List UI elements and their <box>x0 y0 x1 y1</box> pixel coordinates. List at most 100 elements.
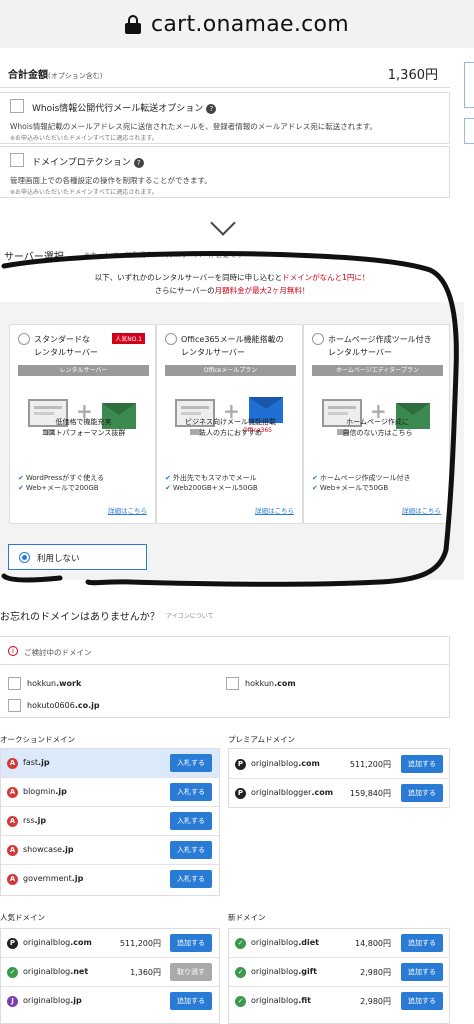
protection-title: ドメインプロテクション <box>32 158 131 168</box>
table-row: ✓ originalblog.gift 2,980円 追加する <box>229 958 449 987</box>
total-label: 合計金額 <box>8 70 48 81</box>
check-icon: ✔ <box>312 484 318 492</box>
protection-note: ※お申込みいただいたドメインすべてに適応されます。 <box>10 189 158 196</box>
pending-checkbox[interactable] <box>8 699 21 712</box>
protection-checkbox[interactable] <box>10 153 24 167</box>
banner-text: さらにサーバーの <box>154 286 215 295</box>
card-detail-link[interactable]: 詳細はこちら <box>108 505 147 515</box>
price: 2,980円 <box>360 968 391 977</box>
bid-button[interactable]: 入札する <box>170 841 212 859</box>
pending-item[interactable]: hokuto0606.co.jp <box>8 699 100 712</box>
table-row: Ashowcase.jp 入札する <box>1 836 219 865</box>
whois-checkbox[interactable] <box>10 99 24 113</box>
check-icon: ✔ <box>165 484 171 492</box>
forgot-title: お忘れのドメインはありませんか？ <box>0 612 160 623</box>
table-row: Poriginalblog.com 511,200円 追加する <box>229 750 449 779</box>
whois-note: ※お申込みいただいたドメインすべてに適応されます。 <box>10 135 158 142</box>
add-button[interactable]: 追加する <box>401 992 443 1010</box>
server-radio[interactable] <box>18 333 30 345</box>
new-domain-title: 新ドメイン <box>228 913 266 922</box>
premium-icon: P <box>235 759 246 770</box>
add-button[interactable]: 追加する <box>170 992 212 1010</box>
table-row: Afast.jp 入札する <box>1 749 219 778</box>
whois-title: Whois情報公開代行メール転送オプション <box>32 104 204 114</box>
total-value: 1,360円 <box>387 68 438 83</box>
server-card-office[interactable]: Office365メール機能搭載の レンタルサーバー Officeメールプラン … <box>156 324 303 524</box>
server-banner: 以下、いずれかのレンタルサーバーを同時に申し込むとドメインがなんと1円に！ さら… <box>0 266 464 302</box>
card-plan-bar: Officeメールプラン <box>165 365 296 376</box>
table-row: Poriginalblog.com 511,200円 追加する <box>1 929 219 958</box>
info-icon: i <box>8 646 18 656</box>
banner-highlight: ドメインがなんと1円に！ <box>282 273 370 282</box>
server-card-standard[interactable]: スタンダードな レンタルサーバー 人気NO.1 レンタルサーバー + 低価格で機… <box>9 324 156 524</box>
price: 511,200円 <box>349 760 391 769</box>
card-feature: 外出先でもスマホでメール <box>172 474 257 482</box>
card-desc: ビジネス向けメール機能搭載 <box>185 418 276 426</box>
card-title: Office365メール機能搭載の レンタルサーバー <box>181 335 284 357</box>
table-row: Poriginalblogger.com 159,840円 追加する <box>229 779 449 808</box>
pending-checkbox[interactable] <box>8 677 21 690</box>
side-tab[interactable] <box>464 118 474 144</box>
add-button[interactable]: 追加する <box>401 934 443 952</box>
help-icon[interactable]: ? <box>206 103 217 114</box>
total-sub: (オプション含む) <box>48 72 103 80</box>
premium-title: プレミアムドメイン <box>228 735 295 744</box>
add-button[interactable]: 追加する <box>401 755 443 773</box>
url-text: cart.onamae.com <box>150 11 350 37</box>
check-icon: ✓ <box>235 996 246 1007</box>
lock-icon <box>124 15 141 34</box>
new-domain-list: ✓ originalblog.diet 14,800円 追加する ✓ originalb… <box>228 928 450 1024</box>
card-desc: 法人の方におすすめ <box>199 429 262 437</box>
bid-button[interactable]: 入札する <box>170 870 212 888</box>
side-tab[interactable] <box>464 62 474 108</box>
popular-badge: 人気NO.1 <box>112 333 145 344</box>
whois-option: Whois情報公開代行メール転送オプション? Whois情報記載のメールアドレス… <box>0 92 450 144</box>
server-radio[interactable] <box>165 333 177 345</box>
icon-help-link[interactable]: アイコンについて <box>166 611 214 620</box>
card-feature: Web200GB+メール50GB <box>172 484 258 492</box>
card-desc: コストパフォーマンス抜群 <box>41 429 126 437</box>
help-icon[interactable]: ? <box>133 157 144 168</box>
protection-option: ドメインプロテクション? 管理画面上での各種設定の操作を制限することができます。… <box>0 146 450 198</box>
table-row: Arss.jp 入札する <box>1 807 219 836</box>
pending-item[interactable]: hokkun.com <box>226 677 296 690</box>
auction-list: Afast.jp 入札する Ablogmin.jp 入札する Arss.jp 入札する… <box>0 748 220 896</box>
server-radio[interactable] <box>312 333 324 345</box>
card-feature: WordPressがすぐ使える <box>25 474 105 482</box>
auction-icon: A <box>7 758 18 769</box>
card-plan-bar: ホームページエディタープラン <box>312 365 443 376</box>
price: 1,360円 <box>130 968 161 977</box>
radio-selected[interactable] <box>19 552 30 563</box>
check-icon: ✓ <box>235 938 246 949</box>
no-use-option[interactable]: 利用しない <box>8 544 147 570</box>
card-detail-link[interactable]: 詳細はこちら <box>402 505 441 515</box>
chevron-down-icon[interactable] <box>210 210 236 236</box>
bid-button[interactable]: 入札する <box>170 783 212 801</box>
add-button[interactable]: 追加する <box>170 934 212 952</box>
bid-button[interactable]: 入札する <box>170 812 212 830</box>
bid-button[interactable]: 入札する <box>170 754 212 772</box>
check-icon: ✔ <box>312 474 318 482</box>
card-desc: ホームページ作成に <box>346 418 409 426</box>
protection-desc: 管理画面上での各種設定の操作を制限することができます。 <box>10 176 212 185</box>
price: 2,980円 <box>360 997 391 1006</box>
card-title: ホームページ作成ツール付き レンタルサーバー <box>328 335 432 357</box>
banner-highlight: 月額料金が最大2ヶ月無料！ <box>214 286 310 295</box>
browser-url-bar[interactable]: cart.onamae.com <box>0 0 474 48</box>
cancel-button[interactable]: 取り消す <box>170 963 212 981</box>
auction-icon: A <box>7 874 18 885</box>
add-button[interactable]: 追加する <box>401 963 443 981</box>
check-icon: ✔ <box>165 474 171 482</box>
card-desc: 自信のない方はこちら <box>342 429 413 437</box>
table-row: Joriginalblog.jp 追加する <box>1 987 219 1016</box>
pending-checkbox[interactable] <box>226 677 239 690</box>
add-button[interactable]: 追加する <box>401 784 443 802</box>
card-detail-link[interactable]: 詳細はこちら <box>255 505 294 515</box>
premium-icon: P <box>235 788 246 799</box>
server-card-editor[interactable]: ホームページ作成ツール付き レンタルサーバー ホームページエディタープラン + … <box>303 324 450 524</box>
table-row: ✓ originalblog.diet 14,800円 追加する <box>229 929 449 958</box>
check-icon: ✓ <box>7 967 18 978</box>
no-use-label: 利用しない <box>37 554 80 564</box>
banner-text: 以下、いずれかのレンタルサーバーを同時に申し込むと <box>94 273 283 282</box>
pending-item[interactable]: hokkun.work <box>8 677 81 690</box>
